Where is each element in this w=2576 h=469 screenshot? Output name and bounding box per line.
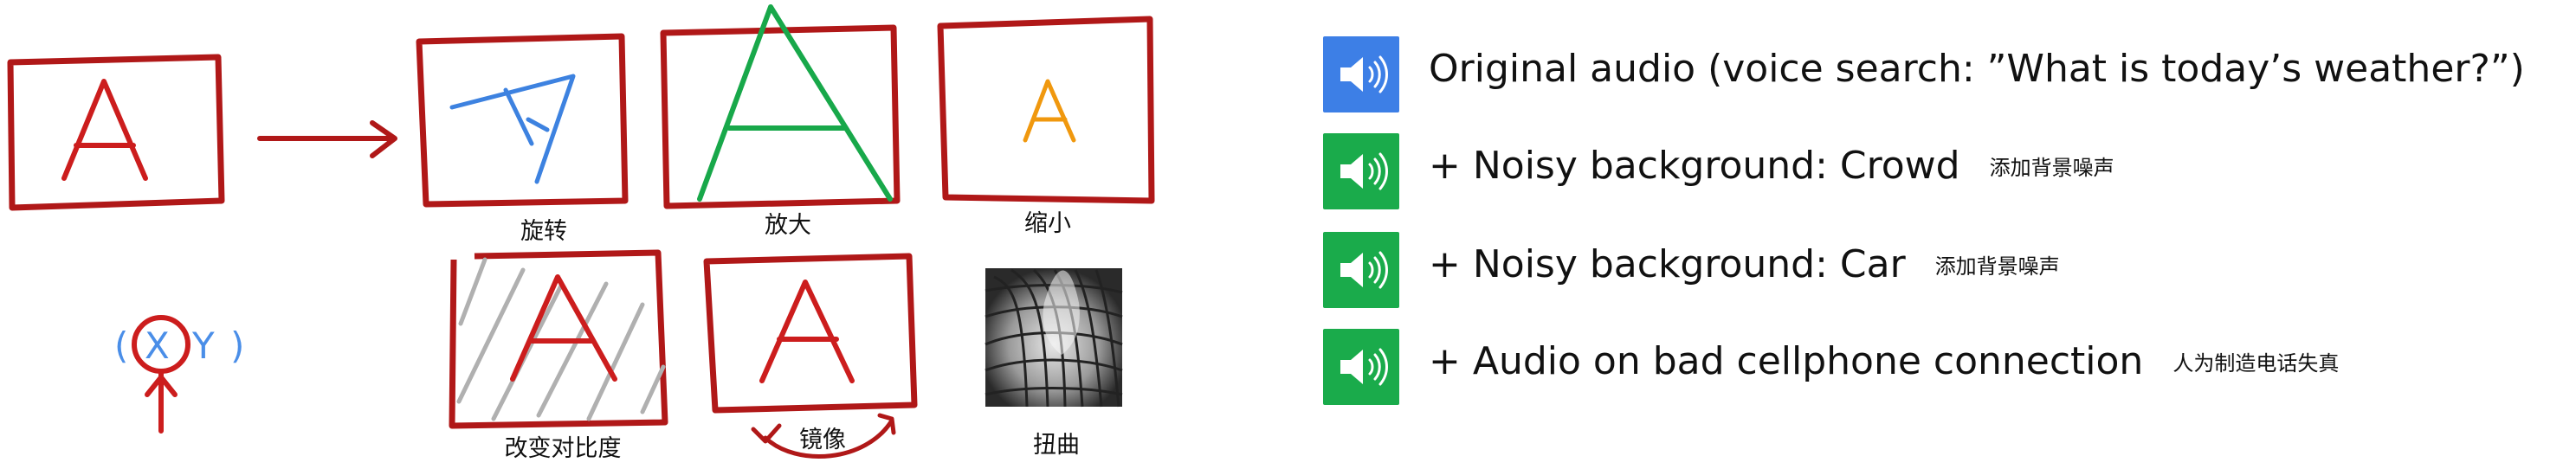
transform-arrow — [257, 120, 397, 158]
caption-rotate: 旋转 — [520, 218, 567, 245]
caption-contrast: 改变对比度 — [504, 435, 622, 462]
original-image — [7, 54, 225, 211]
rotated-image — [416, 33, 629, 208]
audio-note-crowd: 添加背景噪声 — [1989, 156, 2114, 180]
zoomed-in-image — [660, 4, 901, 209]
augmentation-sketch: ( X Y ) — [7, 4, 1155, 459]
audio-row-cellphone: + Audio on bad cellphone connection 人为制造电… — [1323, 329, 2561, 412]
audio-label-original: Original audio (voice search: ”What is t… — [1429, 47, 2525, 91]
coordinate-figure: ( X Y ) — [114, 315, 244, 434]
audio-label-cellphone: + Audio on bad cellphone connection — [1429, 339, 2144, 383]
coord-x-label: X — [145, 324, 170, 367]
audio-row-car: + Noisy background: Car 添加背景噪声 — [1323, 232, 2561, 315]
audio-row-original: Original audio (voice search: ”What is t… — [1323, 36, 2561, 119]
coord-open-paren: ( — [114, 324, 128, 367]
speaker-icon[interactable] — [1323, 232, 1399, 308]
caption-zoom-out: 缩小 — [1024, 210, 1071, 237]
contrast-image — [449, 249, 668, 429]
coord-close-paren: ) — [230, 324, 244, 367]
audio-note-cellphone: 人为制造电话失真 — [2172, 351, 2340, 376]
audio-example-list: Original audio (voice search: ”What is t… — [1323, 0, 2561, 469]
speaker-icon[interactable] — [1323, 36, 1399, 112]
zoomed-out-image — [937, 16, 1155, 204]
speaker-icon[interactable] — [1323, 329, 1399, 405]
caption-distort: 扭曲 — [1033, 432, 1080, 459]
coord-y-label: Y — [191, 324, 215, 367]
audio-label-car: + Noisy background: Car — [1429, 242, 1906, 286]
caption-zoom-in: 放大 — [765, 212, 811, 239]
audio-label-crowd: + Noisy background: Crowd — [1429, 144, 1960, 188]
augmentation-panel: ( X Y ) 旋转 放大 缩小 改变对比度 镜像 扭曲 — [0, 0, 1186, 469]
audio-row-crowd: + Noisy background: Crowd 添加背景噪声 — [1323, 133, 2561, 216]
distorted-image — [985, 268, 1123, 408]
speaker-icon[interactable] — [1323, 133, 1399, 209]
audio-note-car: 添加背景噪声 — [1934, 254, 2060, 279]
caption-mirror: 镜像 — [799, 427, 846, 453]
